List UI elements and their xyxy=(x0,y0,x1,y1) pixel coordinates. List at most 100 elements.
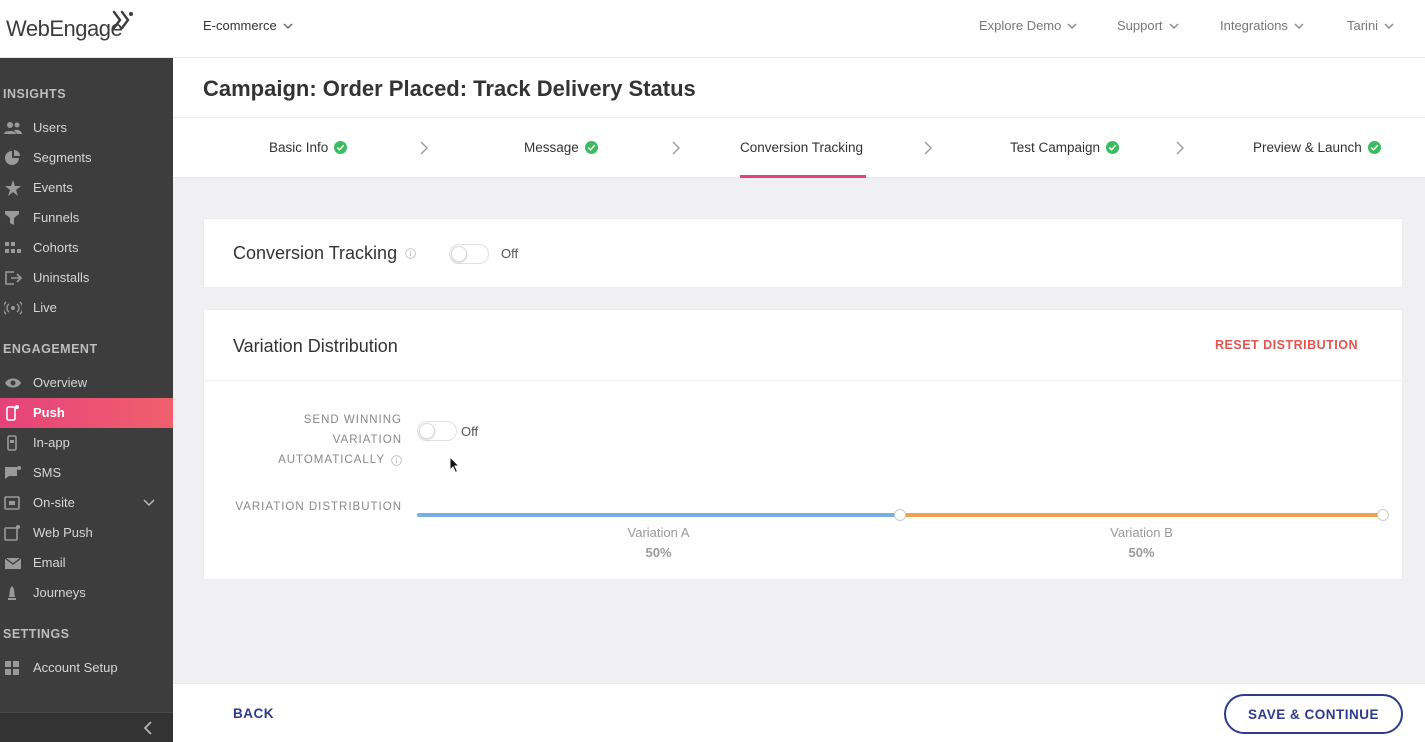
info-icon[interactable] xyxy=(391,454,402,466)
variation-distribution-card: Variation Distribution RESET DISTRIBUTIO… xyxy=(203,309,1404,580)
step-label: Conversion Tracking xyxy=(740,140,864,155)
sidebar-item-journeys[interactable]: Journeys xyxy=(0,578,173,608)
journey-icon xyxy=(8,586,16,600)
chevron-right-icon xyxy=(1176,141,1184,155)
step-message[interactable]: Message xyxy=(524,140,598,155)
sidebar-item-funnels[interactable]: Funnels xyxy=(0,203,173,233)
sidebar-item-live[interactable]: Live xyxy=(0,293,173,323)
step-conversion-tracking[interactable]: Conversion Tracking xyxy=(740,140,863,155)
webengage-logo[interactable]: WebEngage xyxy=(6,10,133,46)
sidebar-item-in-app[interactable]: In-app xyxy=(0,428,173,458)
sidebar-item-account-setup[interactable]: Account Setup xyxy=(0,653,173,683)
sidebar-item-label: Email xyxy=(33,555,66,570)
distribution-handle[interactable] xyxy=(894,509,906,521)
step-test-campaign[interactable]: Test Campaign xyxy=(1010,140,1120,155)
explore-demo-label: Explore Demo xyxy=(979,18,1062,33)
user-name: Tarini xyxy=(1347,18,1379,33)
webpush-icon xyxy=(4,525,20,541)
eye-icon xyxy=(5,378,21,388)
conversion-tracking-heading: Conversion Tracking xyxy=(233,243,416,264)
check-circle-icon xyxy=(1106,141,1120,154)
toggle-knob xyxy=(451,246,467,262)
step-label: Test Campaign xyxy=(1010,140,1101,155)
sidebar-item-sms[interactable]: SMS xyxy=(0,458,173,488)
sidebar-section-engagement: ENGAGEMENT xyxy=(3,342,98,356)
campaign-steps: Basic Info Message Conversion Tracking T… xyxy=(173,118,1425,178)
logo-mark-icon xyxy=(112,10,133,30)
sidebar-item-users[interactable]: Users xyxy=(0,113,173,143)
send-winning-line-1: SEND WINNING xyxy=(303,414,402,426)
send-winning-label: SEND WINNING VARIATION AUTOMATICALLY xyxy=(224,410,402,470)
chevron-right-icon xyxy=(420,141,428,155)
mobile-icon xyxy=(7,435,17,451)
step-label: Basic Info xyxy=(269,140,329,155)
sidebar-item-cohorts[interactable]: Cohorts xyxy=(0,233,173,263)
mouse-cursor-icon xyxy=(449,456,461,474)
chevron-right-icon xyxy=(672,141,680,155)
step-preview-launch[interactable]: Preview & Launch xyxy=(1253,140,1381,155)
sidebar-collapse-button[interactable] xyxy=(0,712,173,742)
sidebar-section-insights: INSIGHTS xyxy=(3,87,67,101)
mail-icon xyxy=(4,557,22,569)
chevron-down-icon xyxy=(1384,23,1394,29)
back-button[interactable]: BACK xyxy=(233,706,274,721)
pie-icon xyxy=(5,150,20,165)
broadcast-icon xyxy=(4,301,22,315)
page-header: Campaign: Order Placed: Track Delivery S… xyxy=(173,58,1425,118)
conversion-tracking-title: Conversion Tracking xyxy=(233,243,398,263)
card-divider xyxy=(204,380,1404,381)
send-winning-state: Off xyxy=(461,424,479,439)
send-winning-line-2: VARIATION xyxy=(332,434,402,446)
chevron-left-icon xyxy=(143,721,152,735)
info-icon[interactable] xyxy=(405,248,416,259)
sidebar-item-label: Live xyxy=(33,300,57,315)
variation-distribution-title: Variation Distribution xyxy=(233,336,398,356)
toggle-knob xyxy=(419,423,435,439)
sidebar-item-uninstalls[interactable]: Uninstalls xyxy=(0,263,173,293)
send-winning-line-3: AUTOMATICALLY xyxy=(278,454,385,466)
sidebar-item-push[interactable]: Push xyxy=(0,398,173,428)
distribution-end-handle[interactable] xyxy=(1377,509,1389,521)
chevron-down-icon[interactable] xyxy=(143,497,155,509)
support-menu[interactable]: Support xyxy=(1117,18,1179,33)
brand-name: WebEngage xyxy=(6,16,123,41)
send-winning-toggle[interactable] xyxy=(417,421,457,441)
sidebar-item-web-push[interactable]: Web Push xyxy=(0,518,173,548)
variation-b-percent: 50% xyxy=(1128,545,1155,560)
support-label: Support xyxy=(1117,18,1163,33)
variation-distribution-label: VARIATION DISTRIBUTION xyxy=(235,501,402,513)
users-icon xyxy=(4,122,22,134)
chevron-down-icon xyxy=(1294,23,1304,29)
step-basic-info[interactable]: Basic Info xyxy=(269,140,348,155)
save-continue-button[interactable]: SAVE & CONTINUE xyxy=(1224,694,1403,734)
top-bar: WebEngage E-commerce Explore Demo Suppor… xyxy=(0,0,1425,58)
integrations-menu[interactable]: Integrations xyxy=(1220,18,1304,33)
exit-icon xyxy=(5,271,22,285)
user-menu[interactable]: Tarini xyxy=(1347,18,1394,33)
sidebar-item-overview[interactable]: Overview xyxy=(0,368,173,398)
sidebar-item-events[interactable]: Events xyxy=(0,173,173,203)
sidebar-item-segments[interactable]: Segments xyxy=(0,143,173,173)
reset-distribution-button[interactable]: RESET DISTRIBUTION xyxy=(1215,338,1358,352)
conversion-tracking-card: Conversion Tracking Off xyxy=(203,218,1403,288)
variation-b-track xyxy=(900,513,1383,517)
sidebar-item-label: In-app xyxy=(33,435,70,450)
sidebar-item-email[interactable]: Email xyxy=(0,548,173,578)
workspace-dropdown[interactable]: E-commerce xyxy=(203,18,293,33)
sidebar-item-label: On-site xyxy=(33,495,75,510)
grid-icon xyxy=(5,242,21,253)
sidebar-item-label: Uninstalls xyxy=(33,270,90,285)
apps-icon xyxy=(5,661,19,675)
sidebar-item-on-site[interactable]: On-site xyxy=(0,488,173,518)
explore-demo-menu[interactable]: Explore Demo xyxy=(979,18,1077,33)
variation-b-name: Variation B xyxy=(1110,525,1173,540)
integrations-label: Integrations xyxy=(1220,18,1288,33)
sidebar-item-label: Journeys xyxy=(33,585,86,600)
variation-a-track xyxy=(417,513,900,517)
sidebar-item-label: Account Setup xyxy=(33,660,118,675)
check-circle-icon xyxy=(334,141,348,154)
conversion-tracking-toggle[interactable] xyxy=(449,244,489,264)
chevron-down-icon xyxy=(1169,23,1179,29)
check-circle-icon xyxy=(584,141,598,154)
push-icon xyxy=(6,405,19,421)
